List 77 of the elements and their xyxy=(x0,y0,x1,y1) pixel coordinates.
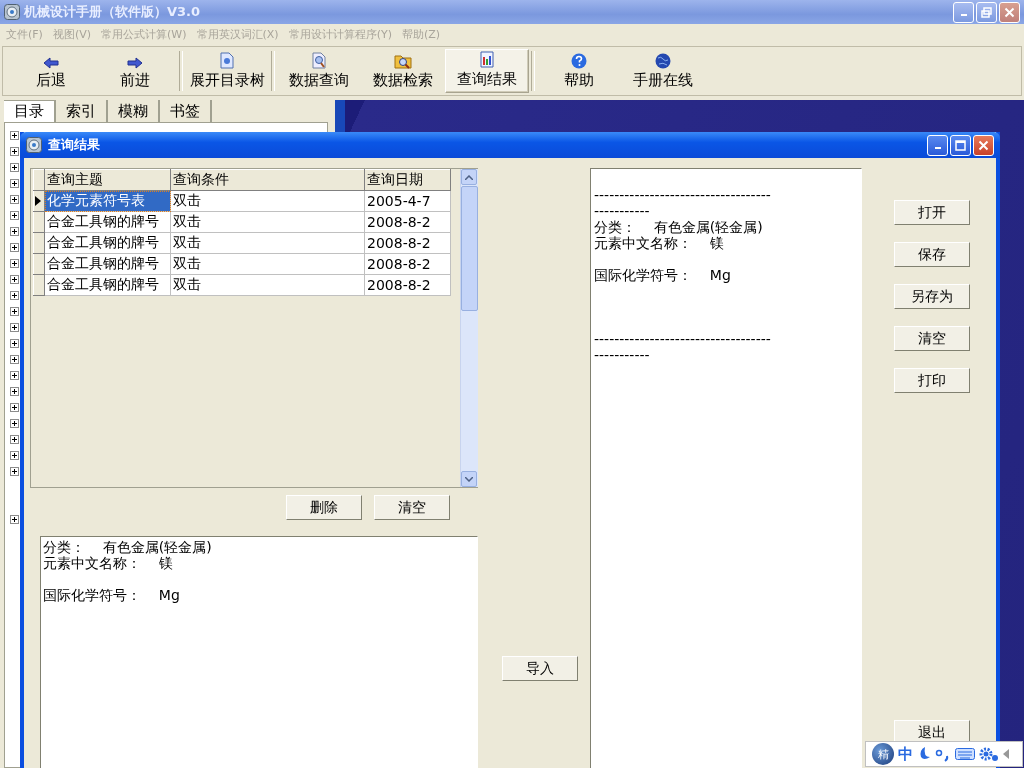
spreadsheet-icon xyxy=(480,51,494,68)
expand-icon[interactable] xyxy=(10,434,19,444)
expand-icon[interactable] xyxy=(10,322,19,332)
close-icon xyxy=(1004,6,1015,18)
toolbar-button[interactable]: 查询结果 xyxy=(445,49,529,93)
minimize-icon xyxy=(934,147,941,149)
expand-icon[interactable] xyxy=(10,162,19,172)
maximize-button[interactable] xyxy=(950,134,971,156)
app-icon xyxy=(4,4,20,20)
minimize-icon xyxy=(960,14,967,16)
help-icon xyxy=(571,53,587,69)
detail-text-area[interactable]: 分类： 有色金属(轻金属) 元素中文名称： 镁 国际化学符号： Mg xyxy=(40,536,478,768)
expand-icon[interactable] xyxy=(10,226,19,236)
column-header[interactable]: 查询日期 xyxy=(364,169,451,191)
keyboard-icon[interactable] xyxy=(955,747,975,761)
action-button[interactable]: 保存 xyxy=(894,242,970,267)
row-pointer-icon xyxy=(35,196,41,206)
expand-icon[interactable] xyxy=(10,146,19,156)
expand-icon[interactable] xyxy=(10,418,19,428)
toolbar-button[interactable]: 数据检索 xyxy=(361,49,445,93)
expand-icon[interactable] xyxy=(10,306,19,316)
tab[interactable]: 目录 xyxy=(4,100,56,122)
dialog-title: 查询结果 xyxy=(48,136,100,154)
close-icon xyxy=(978,139,989,151)
input-mode-toggle[interactable]: 中 xyxy=(898,744,913,764)
collapse-arrow-icon[interactable] xyxy=(1003,749,1009,759)
window-title: 机械设计手册（软件版）V3.0 xyxy=(24,3,201,21)
expand-icon[interactable] xyxy=(10,242,19,252)
action-button[interactable]: 打开 xyxy=(894,200,970,225)
expand-icon[interactable] xyxy=(10,370,19,380)
column-header[interactable]: 查询主题 xyxy=(44,169,171,191)
restore-icon xyxy=(981,6,992,18)
expand-icon[interactable] xyxy=(10,194,19,204)
action-button[interactable]: 清空 xyxy=(894,326,970,351)
action-button[interactable]: 另存为 xyxy=(894,284,970,309)
action-button[interactable]: 打印 xyxy=(894,368,970,393)
expand-icon[interactable] xyxy=(10,274,19,284)
right-arrow-icon xyxy=(127,57,143,69)
scrollbar[interactable] xyxy=(460,169,478,487)
close-button[interactable] xyxy=(999,1,1020,23)
expand-icon[interactable] xyxy=(10,514,19,524)
table-action-button[interactable]: 清空 xyxy=(374,495,450,520)
settings-icon[interactable] xyxy=(979,746,999,762)
folder-search-icon xyxy=(394,53,412,69)
toolbar-button[interactable]: 帮助 xyxy=(537,49,621,93)
maximize-icon xyxy=(955,139,966,151)
document-icon xyxy=(220,52,234,69)
expand-icon[interactable] xyxy=(10,466,19,476)
expand-icon[interactable] xyxy=(10,338,19,348)
toolbar-button[interactable]: 前进 xyxy=(93,49,177,93)
ime-logo[interactable]: 精 xyxy=(872,743,894,765)
import-button[interactable]: 导入 xyxy=(502,656,578,681)
expand-icon[interactable] xyxy=(10,354,19,364)
expand-icon[interactable] xyxy=(10,290,19,300)
row-header[interactable] xyxy=(33,190,45,212)
left-arrow-icon xyxy=(43,57,59,69)
toolbar-button[interactable]: 手册在线 xyxy=(621,49,705,93)
expand-icon[interactable] xyxy=(10,450,19,460)
minimize-button[interactable] xyxy=(927,134,948,156)
dialog-icon xyxy=(26,137,42,153)
toolbar-button[interactable]: 数据查询 xyxy=(277,49,361,93)
toolbar-button[interactable]: 展开目录树 xyxy=(185,49,269,93)
expand-icon[interactable] xyxy=(10,258,19,268)
output-text-area[interactable]: ----------------------------------- ----------- 分类： 有色金属(轻金属) 元素中文名称： 镁 国际化学符号： Mg ----------------------------------- ----------- xyxy=(590,168,862,768)
table-action-button[interactable]: 删除 xyxy=(286,495,362,520)
globe-icon xyxy=(655,53,671,69)
minimize-button[interactable] xyxy=(953,1,974,23)
column-header[interactable]: 查询条件 xyxy=(170,169,365,191)
restore-button[interactable] xyxy=(976,1,997,23)
toolbar-button[interactable]: 后退 xyxy=(9,49,93,93)
expand-icon[interactable] xyxy=(10,386,19,396)
close-button[interactable] xyxy=(973,134,994,156)
expand-icon[interactable] xyxy=(10,402,19,412)
magnifier-document-icon xyxy=(312,52,326,69)
expand-icon[interactable] xyxy=(10,210,19,220)
expand-icon[interactable] xyxy=(10,178,19,188)
expand-icon[interactable] xyxy=(10,130,19,140)
